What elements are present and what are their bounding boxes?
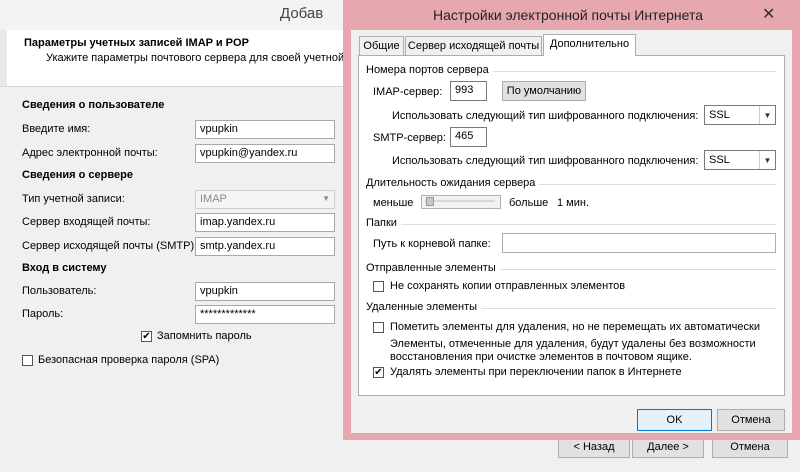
mark-for-deletion-checkbox[interactable]	[373, 322, 384, 333]
ok-button[interactable]: OK	[637, 409, 712, 431]
back-button[interactable]: < Назад	[558, 437, 630, 458]
smtp-encryption-value: SSL	[709, 154, 730, 166]
timeout-slider[interactable]	[421, 195, 501, 209]
chevron-down-icon: ▼	[322, 194, 330, 203]
slider-thumb[interactable]	[426, 197, 434, 206]
slider-track	[425, 200, 495, 202]
name-label: Введите имя:	[22, 123, 91, 135]
active-tab-join	[544, 55, 635, 57]
user-info-section: Сведения о пользователе	[22, 99, 165, 111]
imap-encryption-value: SSL	[709, 109, 730, 121]
spa-checkbox[interactable]	[22, 355, 33, 366]
wizard-header-title: Параметры учетных записей IMAP и POP	[24, 37, 249, 49]
purge-on-switch-checkbox[interactable]: ✔	[373, 367, 384, 378]
tab-outgoing-server[interactable]: Сервер исходящей почты	[405, 36, 542, 56]
purge-on-switch-label: Удалять элементы при переключении папок …	[390, 366, 682, 378]
checkmark-icon: ✔	[142, 330, 151, 342]
root-folder-label: Путь к корневой папке:	[373, 238, 491, 250]
timeout-less-label: меньше	[373, 197, 414, 209]
chevron-down-icon: ▼	[759, 151, 775, 169]
dialog-cancel-button[interactable]: Отмена	[717, 409, 785, 431]
imap-encryption-label: Использовать следующий тип шифрованного …	[392, 110, 699, 122]
smtp-port-label: SMTP-сервер:	[373, 132, 446, 144]
ports-group-title: Номера портов сервера	[366, 64, 493, 76]
close-icon[interactable]: ✕	[762, 4, 775, 24]
default-ports-button[interactable]: По умолчанию	[502, 81, 586, 101]
imap-encryption-select[interactable]: SSL ▼	[704, 105, 776, 125]
tab-general[interactable]: Общие	[359, 36, 404, 56]
outgoing-server-input[interactable]: smtp.yandex.ru	[195, 237, 335, 256]
login-section: Вход в систему	[22, 262, 107, 274]
checkmark-icon: ✔	[374, 366, 383, 378]
timeout-more-label: больше	[509, 197, 549, 209]
wizard-cancel-button[interactable]: Отмена	[712, 437, 788, 458]
sent-group-title: Отправленные элементы	[366, 262, 500, 274]
name-input[interactable]: vpupkin	[195, 120, 335, 139]
dont-save-sent-label: Не сохранять копии отправленных элементо…	[390, 280, 626, 292]
timeout-value: 1 мин.	[557, 197, 590, 209]
next-button[interactable]: Далее >	[632, 437, 704, 458]
username-label: Пользователь:	[22, 285, 97, 297]
remember-password-checkbox[interactable]: ✔	[141, 331, 152, 342]
imap-port-label: IMAP-сервер:	[373, 86, 443, 98]
spa-label: Безопасная проверка пароля (SPA)	[38, 354, 220, 366]
folders-group-line	[366, 224, 776, 225]
tab-advanced[interactable]: Дополнительно	[543, 34, 636, 57]
wizard-header-subtitle: Укажите параметры почтового сервера для …	[46, 52, 359, 64]
chevron-down-icon: ▼	[759, 106, 775, 124]
wizard-title: Добав	[280, 5, 324, 22]
account-type-value: IMAP	[200, 193, 227, 205]
username-input[interactable]: vpupkin	[195, 282, 335, 301]
account-type-label: Тип учетной записи:	[22, 193, 125, 205]
incoming-server-label: Сервер входящей почты:	[22, 216, 151, 228]
mark-for-deletion-label: Пометить элементы для удаления, но не пе…	[390, 321, 760, 333]
password-input[interactable]: *************	[195, 305, 335, 324]
server-info-section: Сведения о сервере	[22, 169, 133, 181]
email-label: Адрес электронной почты:	[22, 147, 158, 159]
timeout-group-title: Длительность ожидания сервера	[366, 177, 540, 189]
dont-save-sent-checkbox[interactable]	[373, 281, 384, 292]
deletion-note-line1: Элементы, отмеченные для удаления, будут…	[390, 338, 756, 350]
folders-group-title: Папки	[366, 217, 401, 229]
outgoing-server-label: Сервер исходящей почты (SMTP):	[22, 240, 198, 252]
smtp-encryption-label: Использовать следующий тип шифрованного …	[392, 155, 699, 167]
smtp-encryption-select[interactable]: SSL ▼	[704, 150, 776, 170]
remember-password-label: Запомнить пароль	[157, 330, 252, 342]
wizard-header-edge	[0, 30, 7, 86]
root-folder-input[interactable]	[502, 233, 776, 253]
imap-port-input[interactable]: 993	[450, 81, 487, 101]
account-type-select: IMAP ▼	[195, 190, 335, 209]
smtp-port-input[interactable]: 465	[450, 127, 487, 147]
email-input[interactable]: vpupkin@yandex.ru	[195, 144, 335, 163]
dialog-title: Настройки электронной почты Интернета	[433, 7, 703, 23]
deleted-group-title: Удаленные элементы	[366, 301, 482, 313]
password-label: Пароль:	[22, 308, 64, 320]
deletion-note-line2: восстановления при очистке элементов в п…	[390, 351, 692, 363]
incoming-server-input[interactable]: imap.yandex.ru	[195, 213, 335, 232]
